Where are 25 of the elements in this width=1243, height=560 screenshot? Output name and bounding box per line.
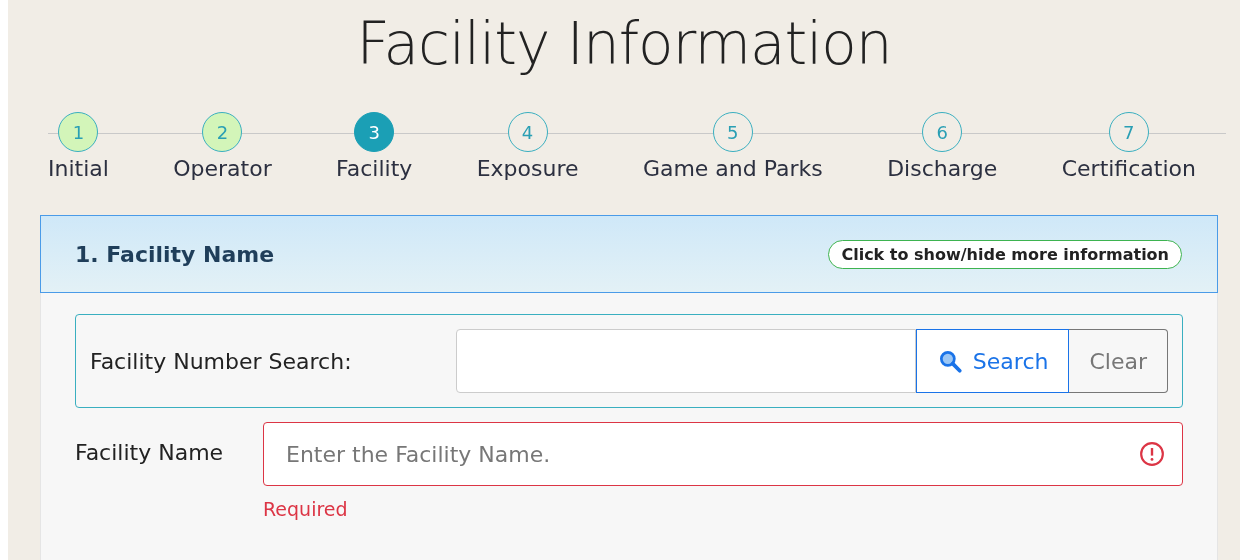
step-label[interactable]: Game and Parks xyxy=(642,156,823,181)
error-message: Required xyxy=(263,498,348,520)
step-number[interactable]: 6 xyxy=(922,112,963,152)
step-number[interactable]: 2 xyxy=(202,112,243,152)
step-number[interactable]: 7 xyxy=(1108,112,1149,152)
error-icon xyxy=(1139,441,1165,467)
step-label[interactable]: Discharge xyxy=(887,156,998,181)
step-label[interactable]: Certification xyxy=(1061,156,1196,181)
facility-name-field[interactable]: Enter the Facility Name. xyxy=(263,422,1183,486)
step-number[interactable]: 3 xyxy=(354,112,395,152)
page-title: Facility Information xyxy=(355,9,893,80)
step-label[interactable]: Facility xyxy=(336,156,413,181)
step-number[interactable]: 5 xyxy=(712,112,753,152)
search-button[interactable]: Search xyxy=(915,329,1070,393)
search-field[interactable] xyxy=(456,329,916,393)
step-number[interactable]: 4 xyxy=(507,112,548,152)
field-label: Facility Name xyxy=(75,439,225,467)
section-title: 1. Facility Name xyxy=(75,241,275,267)
step-number[interactable]: 1 xyxy=(58,112,99,152)
info-toggle-button[interactable]: Click to show/hide more information xyxy=(828,239,1182,269)
step-label[interactable]: Exposure xyxy=(476,156,579,181)
clear-button[interactable]: Clear xyxy=(1069,329,1168,393)
step-label[interactable]: Operator xyxy=(173,156,272,181)
step-label[interactable]: Initial xyxy=(48,156,109,181)
field-label: Facility Number Search: xyxy=(90,348,353,374)
